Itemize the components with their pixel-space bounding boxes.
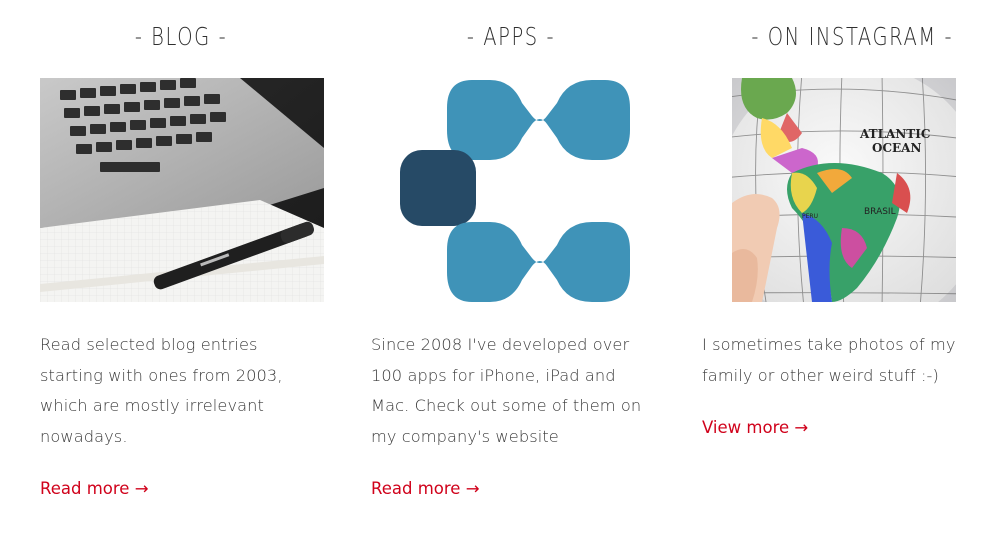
blog-heading: - BLOG - (134, 22, 228, 51)
instagram-heading: - ON INSTAGRAM - (751, 22, 954, 51)
globe-photo: ATLANTIC OCEAN BRASIL PERU (732, 78, 956, 302)
blog-description: Read selected blog entries starting with… (40, 335, 283, 446)
instagram-view-more-link[interactable]: View more → (702, 418, 808, 437)
apps-read-more-link[interactable]: Read more → (371, 479, 480, 498)
company-logo-icon (400, 80, 630, 302)
apps-heading: - APPS - (466, 22, 556, 51)
apps-logo[interactable] (392, 78, 637, 302)
globe-label-atlantic: ATLANTIC (859, 127, 930, 141)
laptop-pen-photo (40, 78, 324, 302)
apps-description: Since 2008 I've developed over 100 apps … (371, 335, 642, 446)
globe-label-ocean: OCEAN (872, 141, 921, 155)
blog-read-more-link[interactable]: Read more → (40, 479, 149, 498)
globe-label-brasil: BRASIL (864, 207, 896, 217)
globe-label-peru: PERU (802, 213, 818, 220)
instagram-image[interactable]: ATLANTIC OCEAN BRASIL PERU (732, 78, 956, 302)
blog-image[interactable] (40, 78, 324, 302)
instagram-description: I sometimes take photos of my family or … (702, 335, 956, 385)
